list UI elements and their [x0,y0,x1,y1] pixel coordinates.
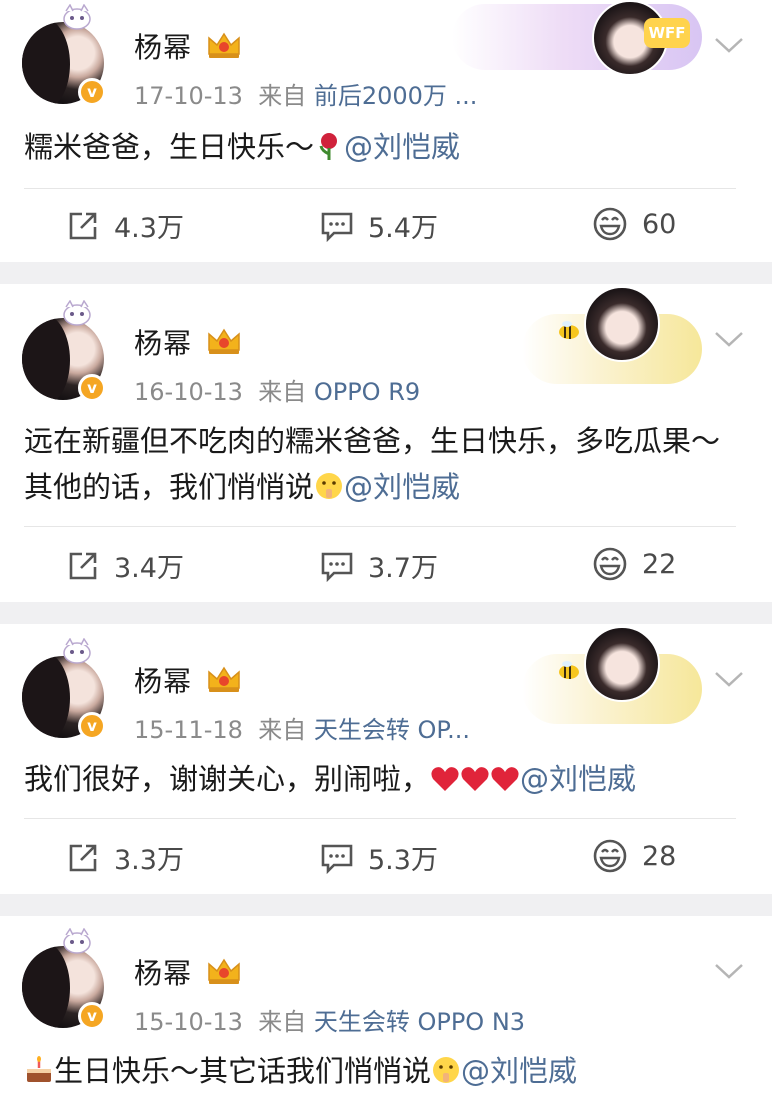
bee-icon [559,321,579,339]
heart-emoji [491,767,519,791]
post-date: 17-10-13 [134,82,243,110]
card-badge-text: WFF [648,24,686,42]
like-icon [593,207,627,241]
comment-icon [321,212,353,242]
heart-emoji [431,767,459,791]
card-background-portrait [584,286,660,362]
post-text: 糯米爸爸，生日快乐～ @刘恺威 [24,124,748,170]
post-date: 15-10-13 [134,1008,243,1036]
chevron-down-icon[interactable] [714,330,744,348]
repost-icon [69,212,97,239]
user-name[interactable]: 杨幂 [134,660,192,700]
chevron-down-icon[interactable] [714,36,744,54]
crown-icon [208,958,240,984]
post-text: 我们很好，谢谢关心，别闹啦， @刘恺威 [24,756,748,802]
comment-button[interactable]: 3.7万 [320,546,438,585]
hush-emoji [433,1057,460,1083]
repost-count: 3.4万 [114,553,184,584]
post-text: 远在新疆但不吃肉的糯米爸爸，生日快乐，多吃瓜果～其他的话，我们悄悄说 @刘恺威 [24,418,748,510]
divider [24,188,736,189]
avatar-ornament-icon [63,4,91,30]
post-card[interactable]: v 杨幂 17-10-13 来自 前后2000万 ... WFF 糯米爸爸，生日… [0,0,772,262]
heart-emoji [461,767,489,791]
mention-link[interactable]: @刘恺威 [520,762,636,796]
mention-link[interactable]: @刘恺威 [344,130,460,164]
comment-count: 3.7万 [368,553,438,584]
mention-link[interactable]: @刘恺威 [461,1054,577,1088]
like-button[interactable]: 28 [592,838,676,874]
weibo-feed: v 杨幂 17-10-13 来自 前后2000万 ... WFF 糯米爸爸，生日… [0,0,772,1104]
mention-link[interactable]: @刘恺威 [344,470,460,504]
post-card[interactable]: v 杨幂 16-10-13 来自 OPPO R9 远在新疆但不吃肉的糯米爸爸，生… [0,284,772,602]
avatar-ornament-icon [63,300,91,326]
avatar[interactable]: v [22,928,106,1030]
post-meta: 15-11-18 来自 天生会转 OP... [134,710,470,745]
user-name[interactable]: 杨幂 [134,952,192,992]
crown-icon [208,328,240,354]
like-button[interactable]: 22 [592,546,676,582]
chevron-down-icon[interactable] [714,962,744,980]
post-meta: 17-10-13 来自 前后2000万 ... [134,76,477,111]
post-body: 糯米爸爸，生日快乐～ [24,130,315,164]
repost-button[interactable]: 3.4万 [66,546,184,585]
divider [24,818,736,819]
post-card[interactable]: v 杨幂 15-10-13 来自 天生会转 OPPO N3 生日快乐～其它话我们… [0,916,772,1104]
repost-button[interactable]: 4.3万 [66,206,184,245]
post-text: 生日快乐～其它话我们悄悄说 @刘恺威 [24,1048,748,1094]
from-label: 来自 [258,82,307,110]
comment-button[interactable]: 5.3万 [320,838,438,877]
like-button[interactable]: 60 [592,206,676,242]
rose-emoji [319,133,338,160]
avatar[interactable]: v [22,638,106,740]
avatar-ornament-icon [63,928,91,954]
post-date: 15-11-18 [134,716,243,744]
post-body: 生日快乐～其它话我们悄悄说 [54,1054,432,1088]
verified-icon: v [78,1002,106,1030]
like-icon [593,547,627,581]
like-icon [593,839,627,873]
avatar-ornament-icon [63,638,91,664]
post-meta: 16-10-13 来自 OPPO R9 [134,372,420,407]
post-source[interactable]: 天生会转 OP... [314,716,470,744]
verified-icon: v [78,712,106,740]
verified-icon: v [78,78,106,106]
from-label: 来自 [258,378,307,406]
comment-count: 5.4万 [368,213,438,244]
comment-count: 5.3万 [368,845,438,876]
chevron-down-icon[interactable] [714,670,744,688]
like-count: 28 [642,840,677,872]
card-badge: WFF [644,18,690,48]
like-count: 60 [642,208,677,240]
post-body: 我们很好，谢谢关心，别闹啦， [24,762,431,796]
repost-button[interactable]: 3.3万 [66,838,184,877]
cake-emoji [27,1056,51,1082]
like-count: 22 [642,548,677,580]
from-label: 来自 [258,716,307,744]
bee-icon [559,661,579,679]
repost-count: 3.3万 [114,845,184,876]
post-card[interactable]: v 杨幂 15-11-18 来自 天生会转 OP... 我们很好，谢谢关心，别闹… [0,624,772,894]
repost-count: 4.3万 [114,213,184,244]
divider [24,526,736,527]
repost-icon [69,844,97,871]
repost-icon [69,552,97,579]
avatar[interactable]: v [22,4,106,106]
user-name[interactable]: 杨幂 [134,322,192,362]
post-meta: 15-10-13 来自 天生会转 OPPO N3 [134,1002,525,1037]
post-source[interactable]: 前后2000万 ... [314,82,478,110]
crown-icon [208,32,240,58]
crown-icon [208,666,240,692]
avatar[interactable]: v [22,300,106,402]
verified-icon: v [78,374,106,402]
post-source[interactable]: 天生会转 OPPO N3 [314,1008,525,1036]
user-name[interactable]: 杨幂 [134,26,192,66]
post-source[interactable]: OPPO R9 [314,378,420,406]
hush-emoji [316,473,343,499]
from-label: 来自 [258,1008,307,1036]
comment-icon [321,844,353,874]
comment-button[interactable]: 5.4万 [320,206,438,245]
post-date: 16-10-13 [134,378,243,406]
card-background-portrait [584,626,660,702]
comment-icon [321,552,353,582]
